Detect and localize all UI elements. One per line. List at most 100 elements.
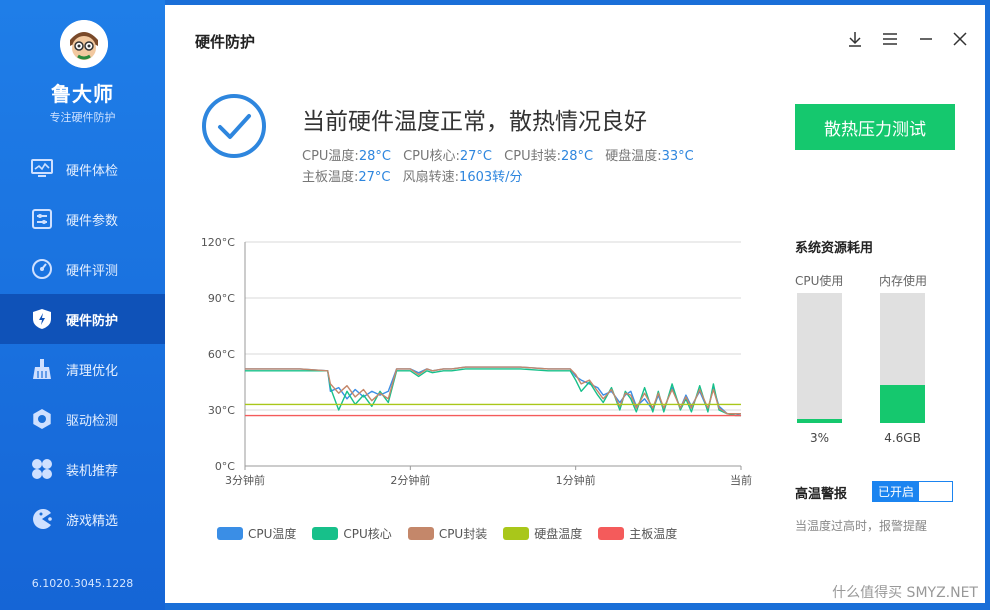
cpu-temp-value: 28°C xyxy=(358,149,391,164)
cpu-usage-fill xyxy=(797,419,842,423)
series-line xyxy=(245,368,741,417)
brand-name: 鲁大师 xyxy=(51,82,114,106)
legend-item-cpu-temp: CPU温度 xyxy=(217,525,296,542)
alarm-toggle-label: 已开启 xyxy=(873,482,919,501)
cpu-usage-bar xyxy=(797,293,842,423)
sidebar-nav: 硬件体检 硬件参数 硬件评测 硬件防护 清理优化 驱动检测 装机推荐 游戏精选 xyxy=(0,144,165,544)
chart-legend: CPU温度 CPU核心 CPU封装 硬盘温度 主板温度 xyxy=(217,525,693,542)
menu-icon xyxy=(883,33,897,45)
sidebar: 鲁大师 专注硬件防护 硬件体检 硬件参数 硬件评测 硬件防护 清理优化 驱动检测… xyxy=(0,0,165,610)
minimize-icon xyxy=(920,38,932,40)
download-icon xyxy=(849,32,861,47)
page-title: 硬件防护 xyxy=(195,33,256,51)
alarm-toggle[interactable]: 已开启 xyxy=(872,481,953,502)
legend-label: 主板温度 xyxy=(629,527,678,541)
status-check-icon xyxy=(202,94,266,158)
mem-usage-value: 4.6GB xyxy=(884,431,921,445)
cpu-pkg-value: 28°C xyxy=(560,149,594,164)
y-tick-label: 30°C xyxy=(208,404,235,417)
legend-item-cpu-core: CPU核心 xyxy=(312,525,392,542)
disk-temp-label: 硬盘温度: xyxy=(605,149,662,164)
version-label: 6.1020.3045.1228 xyxy=(31,577,134,590)
sidebar-item-label: 硬件评测 xyxy=(66,263,119,279)
sliders-icon xyxy=(30,207,54,231)
temperature-chart: 0°C 30°C 60°C 90°C 120°C 3分钟前 2分钟前 1分钟前 当前 xyxy=(201,236,752,487)
status-title: 当前硬件温度正常，散热情况良好 xyxy=(302,109,647,135)
legend-swatch xyxy=(503,527,530,540)
close-button[interactable] xyxy=(948,27,972,51)
sidebar-item-label: 硬件参数 xyxy=(66,213,119,229)
legend-label: CPU核心 xyxy=(343,527,392,541)
download-button[interactable] xyxy=(843,27,867,51)
legend-swatch xyxy=(312,527,339,540)
gauge-icon xyxy=(30,257,54,281)
fan-speed-value: 1603转/分 xyxy=(459,170,523,185)
legend-swatch xyxy=(598,527,625,540)
x-tick-label: 当前 xyxy=(730,473,752,487)
sidebar-item-build-recommend[interactable]: 装机推荐 xyxy=(0,444,165,494)
cpu-temp-label: CPU温度: xyxy=(302,149,359,164)
legend-item-disk-temp: 硬盘温度 xyxy=(503,525,582,542)
cpu-usage-label: CPU使用 xyxy=(795,274,844,288)
series-line xyxy=(245,366,741,415)
legend-swatch xyxy=(407,527,434,540)
board-temp-label: 主板温度: xyxy=(302,170,359,185)
x-tick-label: 3分钟前 xyxy=(225,473,265,487)
series-line xyxy=(245,366,742,417)
sidebar-item-label: 游戏精选 xyxy=(66,513,119,529)
legend-swatch xyxy=(217,527,243,540)
status-temps-line1: CPU温度:28°C CPU核心:27°C CPU封装:28°C 硬盘温度:33… xyxy=(302,145,702,164)
board-temp-value: 27°C xyxy=(358,170,391,185)
status-temps-line2: 主板温度:27°C 风扇转速:1603转/分 xyxy=(302,166,531,185)
legend-label: CPU封装 xyxy=(438,527,488,541)
minimize-button[interactable] xyxy=(914,27,938,51)
sidebar-item-label: 硬件防护 xyxy=(66,313,119,329)
broom-icon xyxy=(30,357,54,381)
alarm-description: 当温度过高时，报警提醒 xyxy=(795,519,928,533)
sidebar-item-hardware-protect[interactable]: 硬件防护 xyxy=(0,294,165,344)
legend-label: CPU温度 xyxy=(248,527,297,541)
mem-usage-fill xyxy=(880,385,925,423)
y-tick-label: 90°C xyxy=(208,292,235,305)
main-panel: 硬件防护 当前硬件温度正常，散热情况良好 CPU温度:28°C CPU核心:27… xyxy=(165,5,985,603)
clover-icon xyxy=(30,457,54,481)
legend-item-cpu-pkg: CPU封装 xyxy=(407,525,488,542)
watermark: 什么值得买 SMYZ.NET xyxy=(832,585,978,601)
fan-speed-label: 风扇转速: xyxy=(402,170,460,185)
gear-icon xyxy=(30,407,54,431)
resources-title: 系统资源耗用 xyxy=(795,241,874,256)
mem-usage-label: 内存使用 xyxy=(879,274,928,288)
cpu-usage-value: 3% xyxy=(809,431,830,445)
sidebar-item-hardware-params[interactable]: 硬件参数 xyxy=(0,194,165,244)
cpu-pkg-label: CPU封装: xyxy=(504,149,561,164)
monitor-icon xyxy=(30,157,54,181)
mem-usage-bar xyxy=(880,293,925,423)
y-tick-label: 60°C xyxy=(208,348,235,361)
sidebar-item-label: 装机推荐 xyxy=(66,463,119,479)
y-tick-label: 120°C xyxy=(201,236,235,249)
sidebar-item-driver-check[interactable]: 驱动检测 xyxy=(0,394,165,444)
stress-test-button[interactable]: 散热压力测试 xyxy=(795,104,955,150)
legend-label: 硬盘温度 xyxy=(534,527,583,541)
sidebar-item-label: 硬件体检 xyxy=(66,163,119,179)
legend-item-board-temp: 主板温度 xyxy=(598,525,677,542)
shield-icon xyxy=(30,307,54,331)
sidebar-item-hardware-check[interactable]: 硬件体检 xyxy=(0,144,165,194)
y-tick-label: 0°C xyxy=(215,460,235,473)
cpu-core-label: CPU核心: xyxy=(403,149,460,164)
menu-button[interactable] xyxy=(878,27,902,51)
sidebar-item-games[interactable]: 游戏精选 xyxy=(0,494,165,544)
sidebar-item-hardware-benchmark[interactable]: 硬件评测 xyxy=(0,244,165,294)
sidebar-item-label: 驱动检测 xyxy=(66,413,119,429)
close-icon xyxy=(953,32,967,46)
alarm-title: 高温警报 xyxy=(795,487,848,502)
pacman-icon xyxy=(30,507,54,531)
mascot-icon xyxy=(60,20,108,68)
brand-slogan: 专注硬件防护 xyxy=(49,111,116,124)
sidebar-item-cleanup[interactable]: 清理优化 xyxy=(0,344,165,394)
disk-temp-value: 33°C xyxy=(661,149,694,164)
avatar[interactable] xyxy=(60,20,108,68)
x-tick-label: 2分钟前 xyxy=(390,473,430,487)
sidebar-item-label: 清理优化 xyxy=(66,363,119,379)
cpu-core-value: 27°C xyxy=(459,149,493,164)
